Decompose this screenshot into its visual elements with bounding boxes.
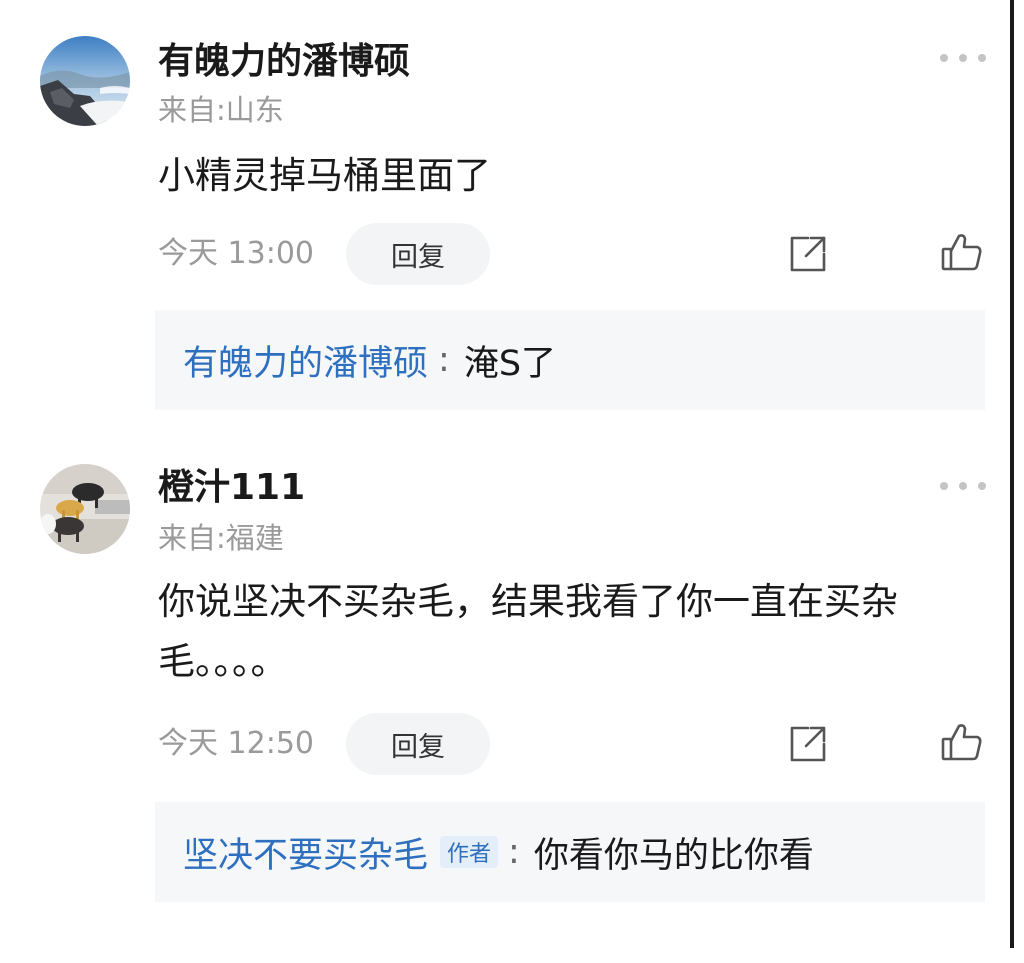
reply-button[interactable]: 回复 <box>346 223 490 285</box>
sub-reply[interactable]: 有魄力的潘博硕 : 淹S了 <box>155 310 985 410</box>
reply-button[interactable]: 回复 <box>346 713 490 775</box>
comment-text: 你说坚决不买杂毛，结果我看了你一直在买杂毛。。。。 <box>158 580 898 683</box>
username[interactable]: 有魄力的潘博硕 <box>158 40 410 84</box>
sub-reply-username[interactable]: 坚决不要买杂毛 <box>183 827 428 878</box>
sub-reply-separator: : <box>508 832 520 872</box>
timestamp: 今天 13:00 <box>158 236 314 271</box>
author-badge: 作者 <box>440 836 499 868</box>
more-icon[interactable] <box>940 476 986 496</box>
location-label: 来自:福建 <box>158 521 284 555</box>
sub-reply[interactable]: 坚决不要买杂毛 作者 : 你看你马的比你看 <box>155 802 985 902</box>
timestamp: 今天 12:50 <box>158 726 314 761</box>
username[interactable]: 橙汁111 <box>158 466 305 510</box>
more-icon[interactable] <box>940 48 986 68</box>
sub-reply-text: 淹S了 <box>463 343 557 384</box>
share-icon[interactable] <box>786 722 830 766</box>
like-icon[interactable] <box>940 720 984 764</box>
sub-reply-username[interactable]: 有魄力的潘博硕 <box>183 335 428 386</box>
comment-text: 小精灵掉马桶里面了 <box>158 154 491 197</box>
like-icon[interactable] <box>940 230 984 274</box>
sub-reply-text: 你看你马的比你看 <box>533 835 814 876</box>
avatar[interactable] <box>40 36 130 126</box>
sub-reply-separator: : <box>438 340 450 380</box>
scrollbar[interactable] <box>1010 0 1014 948</box>
share-icon[interactable] <box>786 232 830 276</box>
avatar[interactable] <box>40 464 130 554</box>
location-label: 来自:山东 <box>158 93 284 127</box>
